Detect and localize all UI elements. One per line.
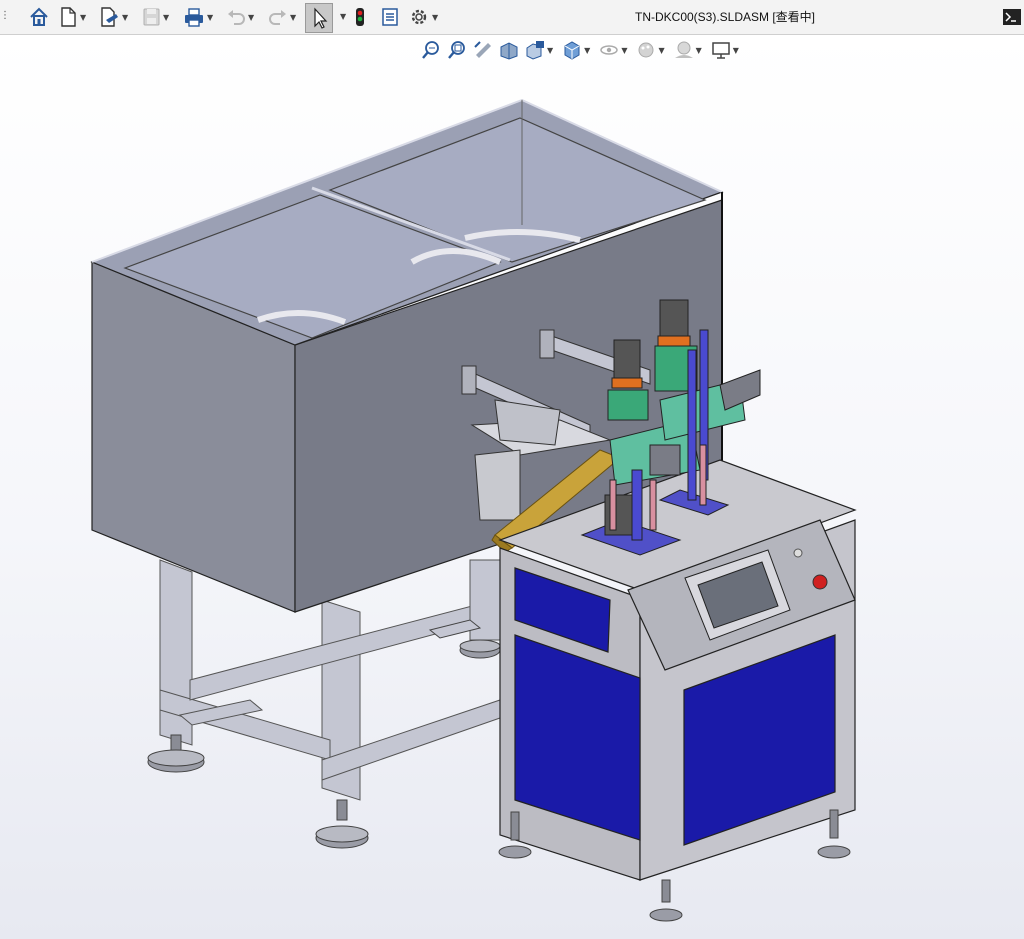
control-cabinet	[498, 459, 857, 881]
emergency-stop-button	[812, 574, 828, 590]
assembly-model-view[interactable]	[0, 0, 1024, 939]
indicator-light	[793, 548, 803, 558]
